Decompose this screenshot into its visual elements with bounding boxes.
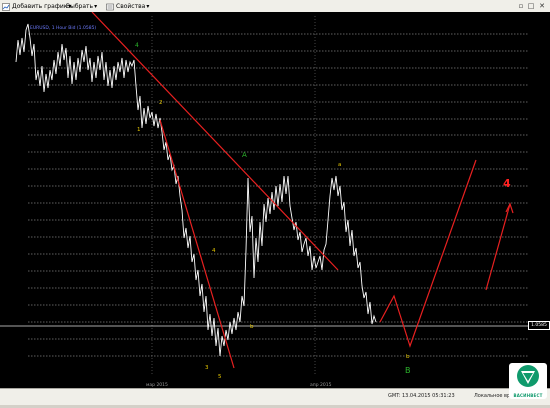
maximize-icon[interactable]: □ <box>527 2 535 10</box>
chevron-down-icon: ▾ <box>146 3 150 10</box>
wave-label-a: a <box>338 162 341 168</box>
chart-svg: 4 2 1 4 3 5 A a b b B 4 EURUSD, 1 Hour B… <box>0 11 550 404</box>
wave-label-3: 3 <box>205 365 209 371</box>
current-price-tag: 1.0585 <box>528 321 550 330</box>
vasinvest-logo: ВАСИНВЕСТ <box>509 363 547 399</box>
local-time-label: Локальное вр <box>474 393 511 399</box>
properties-label: Свойства <box>116 3 146 10</box>
wave-label-B: B <box>405 366 411 375</box>
wave-label-A: A <box>242 151 247 159</box>
logo-mark-icon <box>517 365 539 387</box>
close-icon[interactable]: ✕ <box>538 2 546 10</box>
select-label: Выбрать <box>66 3 94 10</box>
wave-label-c-small: b <box>406 354 410 360</box>
wave-label-1: 1 <box>137 127 141 133</box>
status-bar: GMT: 13.04.2015 05:31:23 Локальное вр <box>0 388 550 405</box>
chevron-down-icon: ▾ <box>94 3 98 10</box>
wave-label-5: 5 <box>218 374 222 380</box>
price-chart[interactable]: 4 2 1 4 3 5 A a b b B 4 EURUSD, 1 Hour B… <box>0 11 550 404</box>
chart-background <box>0 12 550 404</box>
select-button[interactable]: Выбрать ▾ <box>66 2 97 11</box>
wave-label-4-target: 4 <box>503 177 511 190</box>
current-price-value: 1.0585 <box>531 323 547 328</box>
gmt-time: GMT: 13.04.2015 05:31:23 <box>388 393 455 399</box>
add-chart-icon <box>2 2 10 11</box>
properties-icon <box>106 3 114 10</box>
wave-label-4-top: 4 <box>135 42 139 49</box>
instrument-title: EURUSD, 1 Hour Bid (1.0585) <box>30 25 96 31</box>
add-chart-button[interactable]: Добавить график ▾ <box>2 2 71 11</box>
wave-label-4-low: 4 <box>212 248 216 254</box>
minimize-icon[interactable]: ▫ <box>517 2 525 10</box>
logo-brand-text: ВАСИНВЕСТ <box>513 393 543 398</box>
properties-button[interactable]: Свойства ▾ <box>106 2 149 11</box>
wave-label-2: 2 <box>159 100 163 106</box>
wave-label-b-small: b <box>250 324 254 330</box>
add-chart-label: Добавить график <box>12 3 68 10</box>
